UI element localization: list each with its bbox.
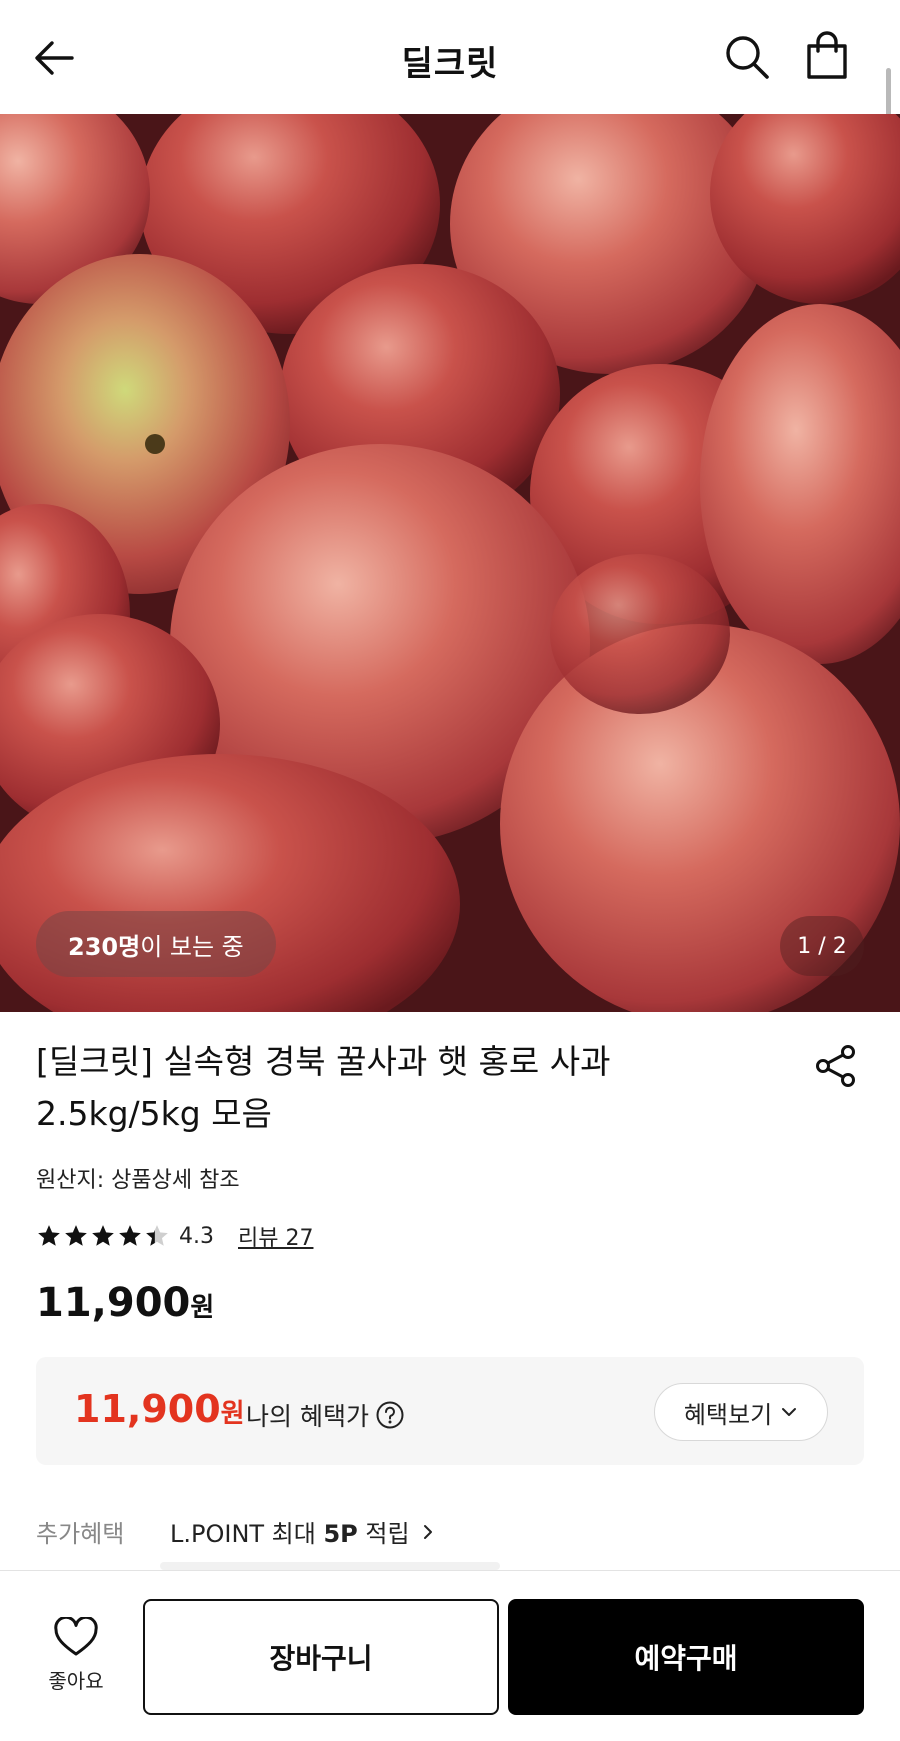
chevron-right-icon — [423, 1524, 432, 1539]
star-icon — [38, 1225, 60, 1246]
partially-hidden-row — [160, 1562, 500, 1570]
bottom-action-bar: 좋아요 장바구니 예약구매 — [0, 1570, 900, 1741]
benefit-label: 나의 혜택가 — [246, 1397, 405, 1433]
heart-icon — [54, 1615, 98, 1656]
star-icon — [65, 1225, 87, 1246]
price-unit: 원 — [190, 1293, 215, 1323]
extra-text-bold: 5P — [323, 1520, 358, 1548]
rating-row: 4.3 리뷰 27 — [36, 1220, 313, 1252]
review-link[interactable]: 리뷰 27 — [238, 1220, 313, 1252]
extra-benefit-label: 추가혜택 — [36, 1520, 125, 1548]
extra-benefit-row[interactable]: 추가혜택 L.POINT 최대 5P 적립 — [36, 1514, 436, 1549]
chevron-down-icon — [782, 1408, 797, 1416]
star-icon — [92, 1225, 114, 1246]
reserve-purchase-button[interactable]: 예약구매 — [508, 1599, 864, 1715]
benefit-price-unit: 원 — [220, 1399, 245, 1429]
extra-text-prefix: L.POINT 최대 — [170, 1520, 324, 1548]
star-half-icon — [146, 1225, 168, 1246]
origin-text: 원산지: 상품상세 참조 — [36, 1168, 240, 1193]
view-benefits-button[interactable]: 혜택보기 — [654, 1383, 828, 1441]
benefit-price: 11,900원 — [74, 1387, 245, 1431]
viewers-badge: 230명 이 보는 중 — [36, 911, 276, 977]
product-title-line2: 2.5kg/5kg 모음 — [36, 1094, 272, 1133]
extra-benefit-text: L.POINT 최대 5P 적립 — [170, 1514, 410, 1549]
price-amount: 11,900 — [36, 1280, 191, 1326]
viewers-count: 230명 — [68, 932, 141, 961]
image-pager: 1 / 2 — [780, 916, 864, 976]
like-button[interactable]: 좋아요 — [36, 1615, 116, 1694]
star-icon — [119, 1225, 141, 1246]
share-icon[interactable] — [812, 1042, 860, 1090]
benefit-price-box: 11,900원 나의 혜택가 혜택보기 — [36, 1357, 864, 1465]
app-header: 딜크릿 — [0, 0, 900, 114]
product-price: 11,900원 — [36, 1280, 214, 1326]
star-rating — [36, 1223, 171, 1249]
product-title: [딜크릿] 실속형 경북 꿀사과 햇 홍로 사과 2.5kg/5kg 모음 — [36, 1036, 696, 1140]
extra-text-suffix: 적립 — [357, 1520, 410, 1548]
like-label: 좋아요 — [48, 1669, 104, 1693]
rating-value: 4.3 — [179, 1223, 214, 1249]
shopping-bag-icon[interactable] — [802, 30, 852, 82]
question-circle-icon[interactable] — [375, 1400, 405, 1430]
viewers-suffix: 이 보는 중 — [140, 932, 244, 961]
add-to-cart-button[interactable]: 장바구니 — [143, 1599, 499, 1715]
product-photo-apples — [0, 114, 900, 1012]
benefit-price-amount: 11,900 — [74, 1387, 221, 1431]
view-benefits-label: 혜택보기 — [683, 1400, 773, 1429]
benefit-label-text: 나의 혜택가 — [246, 1402, 369, 1431]
search-icon[interactable] — [722, 32, 772, 82]
product-image-carousel[interactable]: 230명 이 보는 중 1 / 2 — [0, 114, 900, 1012]
product-title-line1: [딜크릿] 실속형 경북 꿀사과 햇 홍로 사과 — [36, 1042, 611, 1081]
